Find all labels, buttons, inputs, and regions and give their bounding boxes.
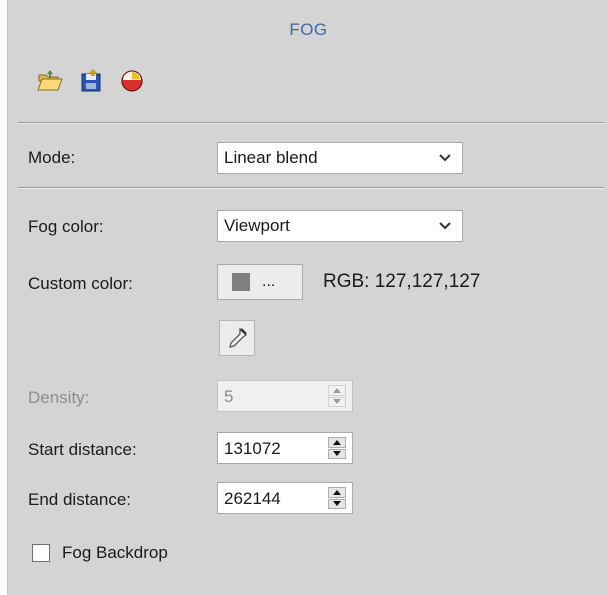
fog-color-dropdown[interactable]: Viewport xyxy=(217,210,463,242)
mode-dropdown[interactable]: Linear blend xyxy=(217,142,463,174)
divider xyxy=(18,122,604,124)
custom-color-label: Custom color: xyxy=(28,274,133,293)
chevron-down-icon xyxy=(439,154,451,162)
fog-backdrop-label: Fog Backdrop xyxy=(62,543,168,562)
fog-color-label: Fog color: xyxy=(28,217,104,236)
start-distance-increment-button[interactable] xyxy=(328,437,346,448)
density-label: Density: xyxy=(28,388,90,407)
save-disk-icon xyxy=(81,69,101,92)
density-spinner[interactable]: 5 xyxy=(217,380,353,412)
chevron-down-icon xyxy=(439,222,451,230)
color-ball-icon xyxy=(121,70,143,92)
arrow-down-icon xyxy=(333,451,341,457)
rgb-value: RGB: 127,127,127 xyxy=(323,271,481,292)
arrow-up-icon xyxy=(333,489,341,495)
end-distance-value: 262144 xyxy=(224,489,281,508)
open-folder-button[interactable] xyxy=(36,66,64,94)
custom-color-button[interactable]: ... xyxy=(217,264,303,300)
mode-label: Mode: xyxy=(28,148,76,167)
eyedropper-button[interactable] xyxy=(219,320,255,356)
arrow-down-icon xyxy=(333,501,341,507)
fog-backdrop-checkbox[interactable] xyxy=(32,544,50,562)
start-distance-decrement-button[interactable] xyxy=(328,448,346,459)
custom-color-button-label: ... xyxy=(262,273,276,290)
fog-color-value: Viewport xyxy=(224,216,290,235)
start-distance-value: 131072 xyxy=(224,439,281,458)
save-button[interactable] xyxy=(77,66,105,94)
toolbar xyxy=(36,66,146,94)
density-increment-button[interactable] xyxy=(328,385,346,396)
arrow-up-icon xyxy=(333,387,341,393)
arrow-up-icon xyxy=(333,439,341,445)
end-distance-spinner[interactable]: 262144 xyxy=(217,482,353,514)
divider xyxy=(18,187,604,189)
fog-panel: FOG Mode: Linear blend Fog color: Viewpo… xyxy=(7,0,608,595)
color-swatch xyxy=(232,273,250,291)
start-distance-label: Start distance: xyxy=(28,440,137,459)
end-distance-label: End distance: xyxy=(28,490,132,509)
end-distance-decrement-button[interactable] xyxy=(328,498,346,509)
density-value: 5 xyxy=(224,387,234,406)
color-button[interactable] xyxy=(118,66,146,94)
end-distance-increment-button[interactable] xyxy=(328,487,346,498)
panel-title: FOG xyxy=(289,20,328,39)
arrow-down-icon xyxy=(333,399,341,405)
mode-value: Linear blend xyxy=(224,148,318,167)
eyedropper-icon xyxy=(229,327,248,348)
start-distance-spinner[interactable]: 131072 xyxy=(217,432,353,464)
density-decrement-button[interactable] xyxy=(328,396,346,407)
open-folder-icon xyxy=(37,70,63,91)
fog-backdrop-row[interactable]: Fog Backdrop xyxy=(32,543,168,563)
